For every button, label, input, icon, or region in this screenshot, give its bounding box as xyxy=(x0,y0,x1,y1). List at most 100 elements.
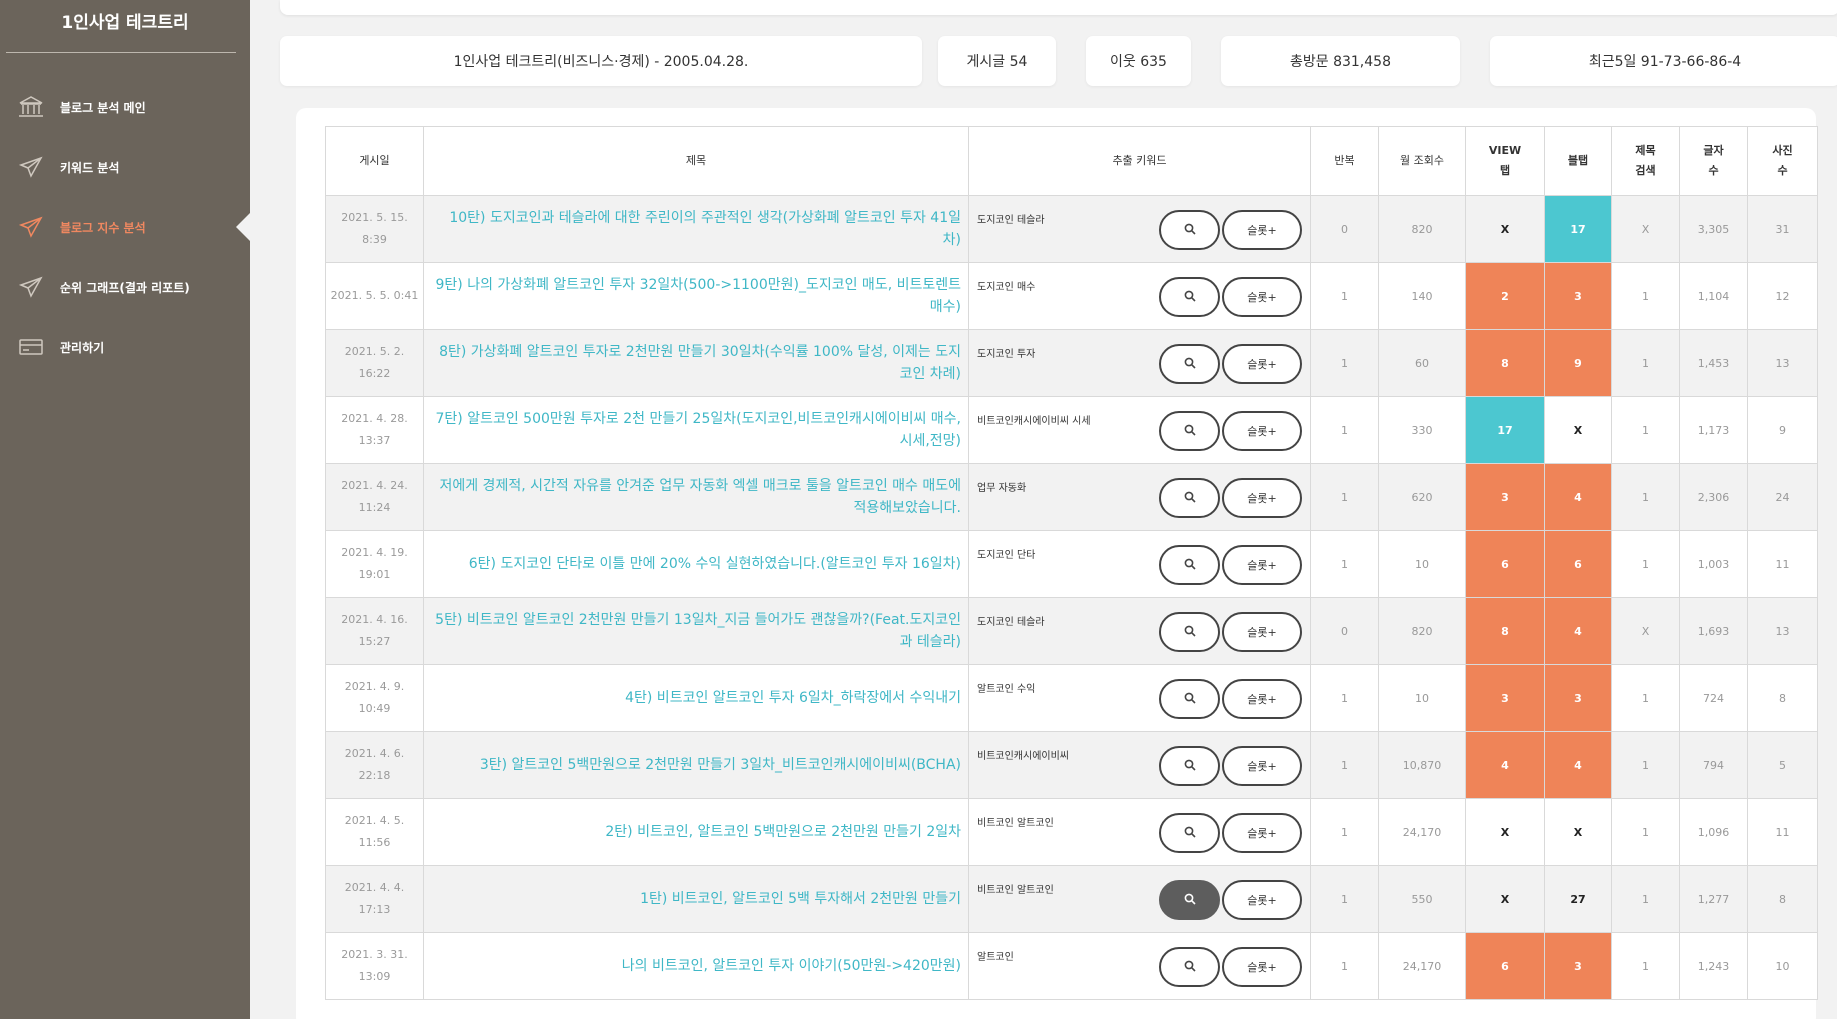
search-button[interactable] xyxy=(1159,947,1220,987)
search-button[interactable] xyxy=(1159,679,1220,719)
view-rank: X xyxy=(1465,195,1545,263)
table-row: 2021. 5. 5. 0:41 9탄) 나의 가상화폐 알트코인 투자 32일차… xyxy=(325,262,1818,330)
sidebar-item-blog-main[interactable]: 블로그 분석 메인 xyxy=(0,77,250,137)
slot-add-button[interactable]: 슬롯+ xyxy=(1222,545,1302,585)
repeat-value: 1 xyxy=(1310,932,1379,1000)
search-button[interactable] xyxy=(1159,411,1220,451)
search-button[interactable] xyxy=(1159,277,1220,317)
slot-add-button[interactable]: 슬롯+ xyxy=(1222,411,1302,451)
keyword-cell: 도지코인 테슬라 슬롯+ xyxy=(968,597,1311,665)
post-title-link[interactable]: 3탄) 알트코인 5백만원으로 2천만원 만들기 3일차_비트코인캐시에이비씨(… xyxy=(423,731,969,799)
slot-add-button[interactable]: 슬롯+ xyxy=(1222,813,1302,853)
bank-icon xyxy=(18,95,44,119)
title-search-value: 1 xyxy=(1611,463,1680,531)
photo-count: 10 xyxy=(1747,932,1818,1000)
post-title-link[interactable]: 7탄) 알트코인 500만원 투자로 2천 만들기 25일차(도지코인,비트코인… xyxy=(423,396,969,464)
title-search-value: 1 xyxy=(1611,798,1680,866)
col-photos-l2: 수 xyxy=(1777,164,1788,177)
paper-plane-icon xyxy=(18,215,44,239)
search-button[interactable] xyxy=(1159,612,1220,652)
monthly-views: 820 xyxy=(1378,597,1466,665)
keyword-cell: 도지코인 테슬라 슬롯+ xyxy=(968,195,1311,263)
char-count: 1,243 xyxy=(1679,932,1748,1000)
post-date: 2021. 4. 28. 13:37 xyxy=(325,396,424,464)
col-view-l2: 탭 xyxy=(1499,164,1511,177)
slot-add-button[interactable]: 슬롯+ xyxy=(1222,478,1302,518)
slot-add-button[interactable]: 슬롯+ xyxy=(1222,210,1302,250)
char-count: 2,306 xyxy=(1679,463,1748,531)
post-title-link[interactable]: 10탄) 도지코인과 테슬라에 대한 주린이의 주관적인 생각(가상화폐 알트코… xyxy=(423,195,969,263)
view-rank: 4 xyxy=(1465,731,1545,799)
sidebar-item-manage[interactable]: 관리하기 xyxy=(0,317,250,377)
monthly-views: 10,870 xyxy=(1378,731,1466,799)
post-date: 2021. 5. 2. 16:22 xyxy=(325,329,424,397)
post-date: 2021. 4. 16. 15:27 xyxy=(325,597,424,665)
post-title-link[interactable]: 저에게 경제적, 시간적 자유를 안겨준 업무 자동화 엑셀 매크로 툴을 알트… xyxy=(423,463,969,531)
table-row: 2021. 4. 9. 10:49 4탄) 비트코인 알트코인 투자 6일차_하락… xyxy=(325,664,1818,732)
post-title-link[interactable]: 8탄) 가상화폐 알트코인 투자로 2천만원 만들기 30일차(수익률 100%… xyxy=(423,329,969,397)
search-icon xyxy=(1184,357,1196,372)
slot-add-button[interactable]: 슬롯+ xyxy=(1222,612,1302,652)
col-monthly: 월 조회수 xyxy=(1378,126,1466,196)
col-chars: 글자 수 xyxy=(1679,126,1748,196)
slot-add-button[interactable]: 슬롯+ xyxy=(1222,947,1302,987)
post-title-link[interactable]: 6탄) 도지코인 단타로 이틀 만에 20% 수익 실현하였습니다.(알트코인 … xyxy=(423,530,969,598)
col-repeat: 반복 xyxy=(1310,126,1379,196)
brand-title[interactable]: 1인사업 테크트리 xyxy=(0,0,250,52)
search-icon xyxy=(1184,893,1196,908)
post-title-link[interactable]: 9탄) 나의 가상화폐 알트코인 투자 32일차(500->1100만원)_도지… xyxy=(423,262,969,330)
search-button[interactable] xyxy=(1159,813,1220,853)
blog-rank: X xyxy=(1544,798,1612,866)
search-icon xyxy=(1184,424,1196,439)
post-date: 2021. 4. 6. 22:18 xyxy=(325,731,424,799)
search-button[interactable] xyxy=(1159,746,1220,786)
post-title-link[interactable]: 나의 비트코인, 알트코인 투자 이야기(50만원->420만원) xyxy=(423,932,969,1000)
search-button[interactable] xyxy=(1159,545,1220,585)
sidebar-item-label: 순위 그래프(결과 리포트) xyxy=(60,280,190,295)
sidebar-item-keyword[interactable]: 키워드 분석 xyxy=(0,137,250,197)
slot-add-button[interactable]: 슬롯+ xyxy=(1222,344,1302,384)
search-button[interactable] xyxy=(1159,210,1220,250)
col-date: 게시일 xyxy=(325,126,424,196)
sidebar-item-rank-graph[interactable]: 순위 그래프(결과 리포트) xyxy=(0,257,250,317)
table-row: 2021. 4. 24. 11:24 저에게 경제적, 시간적 자유를 안겨준 업… xyxy=(325,463,1818,531)
paper-plane-icon xyxy=(18,155,44,179)
view-rank: 8 xyxy=(1465,597,1545,665)
col-photos-l1: 사진 xyxy=(1772,144,1793,157)
photo-count: 13 xyxy=(1747,597,1818,665)
search-icon xyxy=(1184,558,1196,573)
slot-add-button[interactable]: 슬롯+ xyxy=(1222,880,1302,920)
title-search-value: X xyxy=(1611,597,1680,665)
col-view: VIEW 탭 xyxy=(1465,126,1545,196)
post-date: 2021. 4. 9. 10:49 xyxy=(325,664,424,732)
search-button[interactable] xyxy=(1159,478,1220,518)
post-title-link[interactable]: 4탄) 비트코인 알트코인 투자 6일차_하락장에서 수익내기 xyxy=(423,664,969,732)
sidebar-item-label: 관리하기 xyxy=(60,340,105,355)
table-row: 2021. 4. 19. 19:01 6탄) 도지코인 단타로 이틀 만에 20%… xyxy=(325,530,1818,598)
photo-count: 9 xyxy=(1747,396,1818,464)
monthly-views: 24,170 xyxy=(1378,798,1466,866)
title-search-value: 1 xyxy=(1611,329,1680,397)
neighbor-count-card: 이웃 635 xyxy=(1086,36,1191,86)
monthly-views: 330 xyxy=(1378,396,1466,464)
sidebar-item-blog-index[interactable]: 블로그 지수 분석 xyxy=(0,197,250,257)
slot-add-button[interactable]: 슬롯+ xyxy=(1222,277,1302,317)
keyword-cell: 비트코인캐시에이비씨 시세 슬롯+ xyxy=(968,396,1311,464)
monthly-views: 24,170 xyxy=(1378,932,1466,1000)
title-search-value: 1 xyxy=(1611,865,1680,933)
search-button[interactable] xyxy=(1159,880,1220,920)
post-title-link[interactable]: 1탄) 비트코인, 알트코인 5백 투자해서 2천만원 만들기 xyxy=(423,865,969,933)
post-title-link[interactable]: 2탄) 비트코인, 알트코인 5백만원으로 2천만원 만들기 2일차 xyxy=(423,798,969,866)
post-title-link[interactable]: 5탄) 비트코인 알트코인 2천만원 만들기 13일차_지금 들어가도 괜찮을까… xyxy=(423,597,969,665)
col-blog: 블탭 xyxy=(1544,126,1612,196)
blog-rank: 6 xyxy=(1544,530,1612,598)
table-row: 2021. 5. 2. 16:22 8탄) 가상화폐 알트코인 투자로 2천만원 … xyxy=(325,329,1818,397)
slot-add-button[interactable]: 슬롯+ xyxy=(1222,746,1302,786)
table-row: 2021. 4. 28. 13:37 7탄) 알트코인 500만원 투자로 2천 … xyxy=(325,396,1818,464)
top-panel xyxy=(280,0,1837,15)
char-count: 724 xyxy=(1679,664,1748,732)
char-count: 1,277 xyxy=(1679,865,1748,933)
search-button[interactable] xyxy=(1159,344,1220,384)
table-row: 2021. 4. 16. 15:27 5탄) 비트코인 알트코인 2천만원 만들기… xyxy=(325,597,1818,665)
slot-add-button[interactable]: 슬롯+ xyxy=(1222,679,1302,719)
